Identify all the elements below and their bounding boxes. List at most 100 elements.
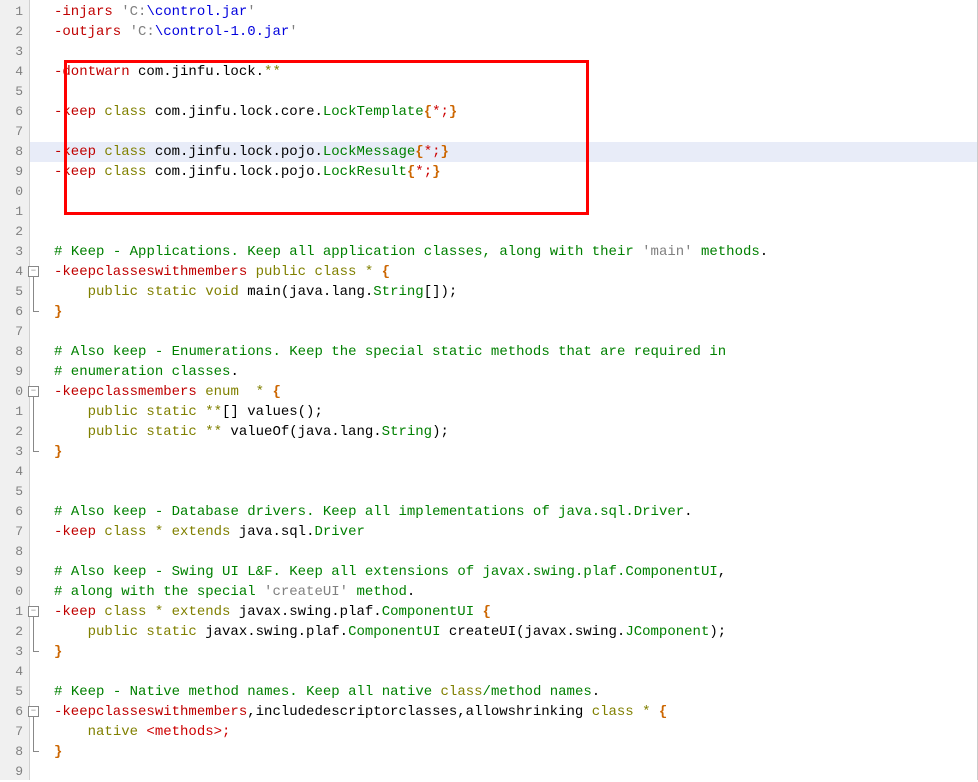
code-line[interactable]: -outjars 'C:\control-1.0.jar': [54, 22, 977, 42]
code-line[interactable]: -injars 'C:\control.jar': [54, 2, 977, 22]
code-token: class: [441, 684, 483, 700]
code-token: 'createUI': [264, 584, 348, 600]
code-line[interactable]: [54, 42, 977, 62]
code-token: .: [272, 344, 289, 360]
code-line[interactable]: [54, 122, 977, 142]
code-line[interactable]: native <methods>;: [54, 722, 977, 742]
code-line[interactable]: # Keep - Applications. Keep all applicat…: [54, 242, 977, 262]
code-token: the special static methods that are requ…: [323, 344, 709, 360]
code-token: [54, 404, 88, 420]
code-line[interactable]: -keep class * extends javax.swing.plaf.C…: [54, 602, 977, 622]
code-token: -keep: [54, 604, 104, 620]
line-number: 1: [0, 202, 23, 222]
code-token: Keep: [306, 684, 340, 700]
code-token: Keep: [289, 344, 323, 360]
code-line[interactable]: }: [54, 302, 977, 322]
code-line[interactable]: # Also keep - Database drivers. Keep all…: [54, 502, 977, 522]
code-line[interactable]: [54, 462, 977, 482]
code-token: Enumerations: [172, 344, 273, 360]
line-number-gutter: 123456789012345678901234567890123456789: [0, 0, 30, 780]
line-number: 9: [0, 362, 23, 382]
code-line[interactable]: [54, 542, 977, 562]
code-line[interactable]: [54, 182, 977, 202]
code-token: #: [54, 564, 71, 580]
code-token: all implementations of java.sql.: [356, 504, 633, 520]
code-line[interactable]: [54, 202, 977, 222]
code-token: }: [54, 644, 62, 660]
code-line[interactable]: }: [54, 742, 977, 762]
code-token: .: [592, 684, 600, 700]
code-line[interactable]: [54, 762, 977, 782]
code-line[interactable]: # along with the special 'createUI' meth…: [54, 582, 977, 602]
code-token: LockMessage: [323, 144, 415, 160]
code-token: createUI(javax.swing.: [440, 624, 625, 640]
code-token: -: [104, 244, 129, 260]
code-line[interactable]: # Keep - Native method names. Keep all n…: [54, 682, 977, 702]
code-token: 'C:: [130, 24, 155, 40]
code-line[interactable]: [54, 322, 977, 342]
code-line[interactable]: [54, 222, 977, 242]
line-number: 9: [0, 762, 23, 782]
code-line[interactable]: [54, 482, 977, 502]
code-line[interactable]: public static **[] values();: [54, 402, 977, 422]
code-line[interactable]: # Also keep - Swing UI L&F. Keep all ext…: [54, 562, 977, 582]
code-token: com.jinfu.lock.pojo.: [146, 164, 322, 180]
code-line[interactable]: # enumeration classes.: [54, 362, 977, 382]
line-number: 1: [0, 402, 23, 422]
code-token: [163, 524, 171, 540]
code-line[interactable]: -keep class * extends java.sql.Driver: [54, 522, 977, 542]
code-token: extends: [172, 604, 231, 620]
code-line[interactable]: -dontwarn com.jinfu.lock.**: [54, 62, 977, 82]
code-line[interactable]: }: [54, 442, 977, 462]
code-line[interactable]: [54, 82, 977, 102]
code-token: Native: [130, 684, 180, 700]
line-number: 2: [0, 222, 23, 242]
code-line[interactable]: -keep class com.jinfu.lock.pojo.LockMess…: [54, 142, 977, 162]
line-number: 2: [0, 422, 23, 442]
code-token: class *: [104, 524, 163, 540]
code-token: LockTemplate: [323, 104, 424, 120]
code-token: extends: [172, 524, 231, 540]
code-token: ,includedescriptorclasses,allowshrinking: [247, 704, 591, 720]
code-token: Keep: [247, 244, 281, 260]
line-number: 5: [0, 282, 23, 302]
code-token: keep -: [104, 344, 171, 360]
code-token: \control-1.0.jar: [155, 24, 289, 40]
line-number: 6: [0, 502, 23, 522]
fold-toggle-icon[interactable]: −: [28, 266, 39, 277]
code-token: {: [483, 604, 491, 620]
code-token: -injars: [54, 4, 121, 20]
code-line[interactable]: public static void main(java.lang.String…: [54, 282, 977, 302]
code-line[interactable]: -keep class com.jinfu.lock.core.LockTemp…: [54, 102, 977, 122]
line-number: 9: [0, 162, 23, 182]
code-token: [163, 604, 171, 620]
code-token: -keep: [54, 524, 104, 540]
code-token: {: [415, 144, 423, 160]
code-token: /method names: [483, 684, 592, 700]
code-token: -keep: [54, 144, 104, 160]
code-line[interactable]: [54, 662, 977, 682]
line-number: 1: [0, 602, 23, 622]
line-number: 6: [0, 302, 23, 322]
fold-toggle-icon[interactable]: −: [28, 386, 39, 397]
fold-toggle-icon[interactable]: −: [28, 706, 39, 717]
code-line[interactable]: -keep class com.jinfu.lock.pojo.LockResu…: [54, 162, 977, 182]
code-line[interactable]: public static ** valueOf(java.lang.Strin…: [54, 422, 977, 442]
line-number: 3: [0, 442, 23, 462]
code-line[interactable]: # Also keep - Enumerations. Keep the spe…: [54, 342, 977, 362]
line-number: 6: [0, 702, 23, 722]
code-token: *;: [415, 164, 432, 180]
code-token: }: [441, 144, 449, 160]
line-number: 0: [0, 182, 23, 202]
code-line[interactable]: public static javax.swing.plaf.Component…: [54, 622, 977, 642]
code-line[interactable]: -keepclassmembers enum * {: [54, 382, 977, 402]
code-line[interactable]: -keepclasseswithmembers,includedescripto…: [54, 702, 977, 722]
code-token: <methods>;: [146, 724, 230, 740]
code-line[interactable]: -keepclasseswithmembers public class * {: [54, 262, 977, 282]
code-area[interactable]: -injars 'C:\control.jar'-outjars 'C:\con…: [30, 0, 977, 780]
code-line[interactable]: }: [54, 642, 977, 662]
line-number: 8: [0, 342, 23, 362]
line-number: 0: [0, 582, 23, 602]
fold-toggle-icon[interactable]: −: [28, 606, 39, 617]
code-token: }: [54, 304, 62, 320]
